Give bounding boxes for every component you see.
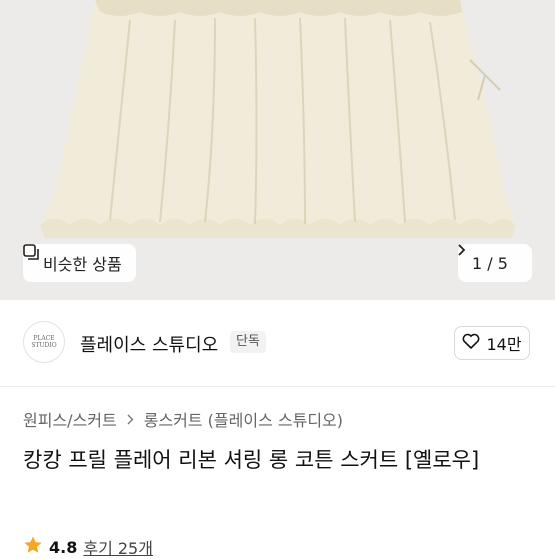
pager-text: 1 / 5 <box>472 253 508 273</box>
rating-row[interactable]: 4.8 후기 25개 <box>23 535 153 559</box>
review-count-link[interactable]: 후기 25개 <box>83 535 153 559</box>
exclusive-badge: 단독 <box>230 331 266 353</box>
star-icon <box>23 535 43 559</box>
breadcrumb: 원피스/스커트 롱스커트 (플레이스 스튜디오) <box>23 407 343 431</box>
like-button[interactable]: 14만 <box>454 326 530 360</box>
image-pager[interactable]: 1 / 5 <box>458 244 532 282</box>
store-row[interactable]: PLACE STUDIO 플레이스 스튜디오 단독 14만 <box>0 300 555 387</box>
breadcrumb-item-category[interactable]: 원피스/스커트 <box>23 407 117 431</box>
similar-items-label: 비슷한 상품 <box>43 255 122 274</box>
like-count: 14만 <box>486 335 522 354</box>
store-name[interactable]: 플레이스 스튜디오 <box>80 331 218 357</box>
breadcrumb-item-subcategory[interactable]: 롱스커트 (플레이스 스튜디오) <box>144 407 343 431</box>
rating-score: 4.8 <box>49 537 78 557</box>
store-avatar-text: PLACE STUDIO <box>31 335 57 349</box>
product-title: 캉캉 프릴 플레어 리본 셔링 롱 코튼 스커트 [옐로우] <box>23 448 480 472</box>
store-avatar[interactable]: PLACE STUDIO <box>23 321 65 363</box>
product-image-carousel[interactable]: 비슷한 상품 1 / 5 <box>0 0 555 300</box>
chevron-right-icon <box>127 410 134 429</box>
similar-items-button[interactable]: 비슷한 상품 <box>23 244 136 282</box>
heart-icon <box>462 333 480 353</box>
